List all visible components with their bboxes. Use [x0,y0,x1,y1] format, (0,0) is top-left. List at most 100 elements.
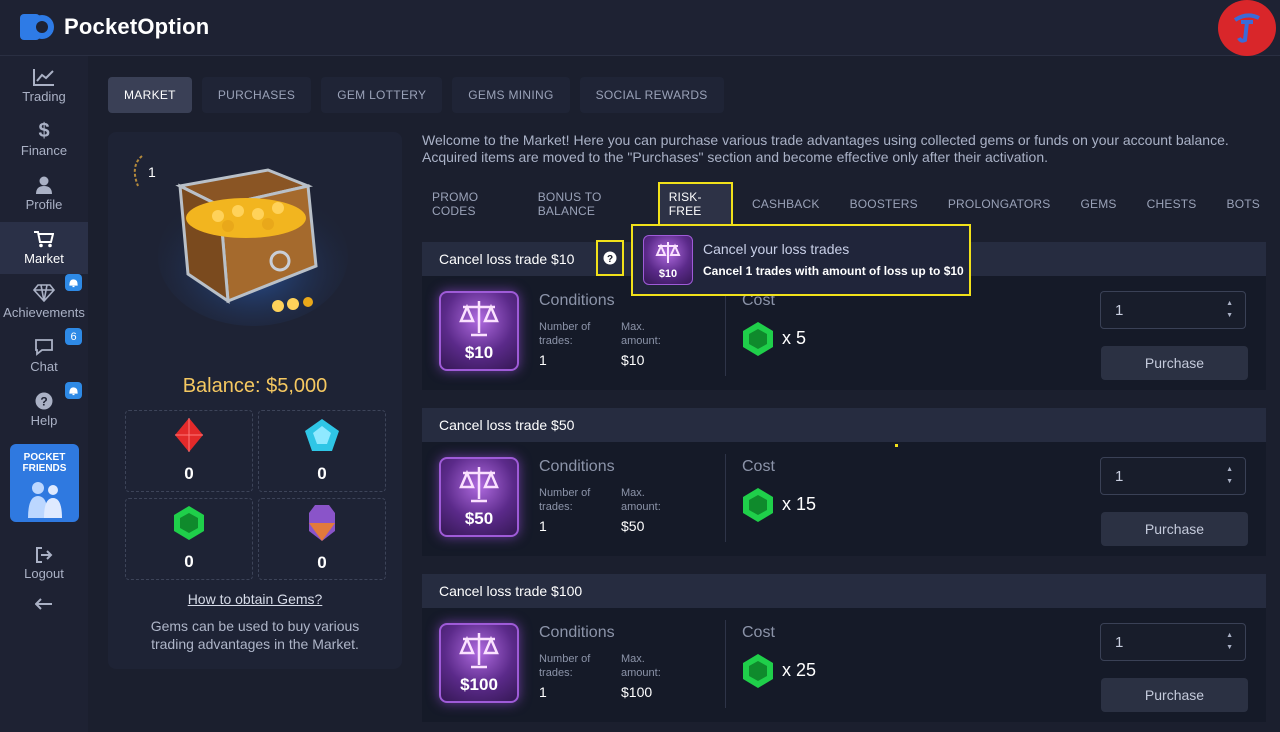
conditions-title: Conditions [539,292,615,309]
tooltip-price: $10 [658,268,678,280]
purple-gem-icon [309,505,335,541]
purchase-button[interactable]: Purchase [1101,678,1248,712]
arrow-left-icon [35,598,52,610]
tab-cashback[interactable]: CASHBACK [742,183,830,225]
stepper-arrows[interactable]: ▲ ▼ [1226,464,1233,488]
red-gem-icon [175,418,203,452]
nav-label: Finance [20,143,68,158]
notification-badge [65,382,82,399]
tab-prolongators[interactable]: PROLONGATORS [938,183,1061,225]
green-gem-icon [743,654,773,688]
pocket-friends-banner[interactable]: POCKET FRIENDS [10,444,79,522]
card-body: $50 Conditions Number of trades: 1 Max. … [422,442,1266,556]
nav-label: Market [24,251,64,266]
notification-badge [65,274,82,291]
trades-value: 1 [539,518,547,534]
friends-illustration-icon [27,482,62,518]
conditions-title: Conditions [539,624,615,641]
how-to-obtain-gems-link[interactable]: How to obtain Gems? [108,591,402,607]
chevron-down-icon[interactable]: ▼ [1226,476,1233,488]
green-gem-icon [743,488,773,522]
quantity-value: 1 [1115,633,1124,651]
tab-risk-free[interactable]: RISK-FREE [657,182,733,226]
tab-market[interactable]: MARKET [108,77,192,113]
item-price: $10 [464,343,494,362]
quantity-stepper[interactable]: 1 ▲ ▼ [1100,457,1246,495]
brand-logo[interactable]: PocketOption [20,12,209,42]
tab-social-rewards[interactable]: SOCIAL REWARDS [579,77,724,113]
tab-bonus-to-balance[interactable]: BONUS TO BALANCE [528,183,649,225]
tab-purchases[interactable]: PURCHASES [201,77,312,113]
help-icon: ? [35,392,53,410]
cost-title: Cost [742,458,775,475]
stepper-arrows[interactable]: ▲ ▼ [1226,630,1233,654]
amount-value: $100 [621,684,653,700]
gem-box-red: 0 [125,410,253,492]
divider [725,454,726,542]
help-button[interactable]: ? [596,240,624,276]
tab-promo-codes[interactable]: PROMO CODES [422,183,518,225]
trades-label: Number of trades: [539,653,591,679]
tab-boosters[interactable]: BOOSTERS [840,183,928,225]
amount-label: Max. amount: [621,653,661,679]
green-gem-icon [743,322,773,356]
quantity-stepper[interactable]: 1 ▲ ▼ [1100,623,1246,661]
card-title: Cancel loss trade $50 [422,408,1266,442]
bell-icon [69,278,78,287]
tab-gem-lottery[interactable]: GEM LOTTERY [321,77,443,113]
chat-count-badge: 6 [65,328,82,345]
item-price: $50 [464,509,494,528]
amount-label: Max. amount: [621,321,661,347]
nav-item-market[interactable]: Market [0,222,88,274]
gems-description: Gems can be used to buy various trading … [150,618,360,652]
chevron-down-icon[interactable]: ▼ [1226,310,1233,322]
trades-label: Number of trades: [539,321,591,347]
product-card: Cancel loss trade $50 $50 Conditions Num… [422,408,1266,556]
dollar-icon: $ [38,120,50,142]
item-price: $100 [460,675,498,694]
nav-label: Help [30,413,58,428]
nav-item-finance[interactable]: $ Finance [0,114,88,166]
quantity-value: 1 [1115,301,1124,319]
chevron-up-icon[interactable]: ▲ [1226,630,1233,642]
nav-label: Profile [25,197,63,212]
nav-label: Achievements [3,305,85,320]
collapse-sidebar-button[interactable] [0,578,88,630]
nav-item-profile[interactable]: Profile [0,168,88,220]
tab-gems[interactable]: GEMS [1071,183,1127,225]
promo-label: POCKET FRIENDS [22,452,67,474]
gem-box-blue: 0 [258,410,386,492]
nav-item-trading[interactable]: Trading [0,60,88,112]
logout-icon [36,547,53,563]
nav-item-chat[interactable]: Chat 6 [0,328,88,382]
tab-gems-mining[interactable]: GEMS MINING [452,77,570,113]
scales-icon: $100 [439,623,519,703]
tab-chests[interactable]: CHESTS [1137,183,1207,225]
cost-title: Cost [742,624,775,641]
scales-icon: $10 [643,235,693,285]
side-navigation: Trading $ Finance Profile Market Achieve… [0,56,88,732]
green-gem-icon [174,506,204,540]
gem-count: 0 [184,552,194,571]
divider [725,620,726,708]
chevron-down-icon[interactable]: ▼ [1226,642,1233,654]
tooltip: $10 Cancel your loss trades Cancel 1 tra… [631,224,971,296]
amount-value: $10 [621,352,645,368]
chevron-up-icon[interactable]: ▲ [1226,298,1233,310]
purchase-button[interactable]: Purchase [1101,512,1248,546]
chest-panel: 1 Balance: $5,000 0 0 0 0 How to obtain … [108,132,402,669]
tooltip-title: Cancel your loss trades [703,241,850,257]
svg-text:?: ? [40,395,47,409]
nav-label: Trading [22,89,66,104]
treasure-chest-icon [158,156,348,326]
scales-icon: $50 [439,457,519,537]
nav-item-achievements[interactable]: Achievements [0,274,88,328]
purchase-button[interactable]: Purchase [1101,346,1248,380]
tab-bots[interactable]: BOTS [1217,183,1270,225]
quantity-stepper[interactable]: 1 ▲ ▼ [1100,291,1246,329]
chevron-up-icon[interactable]: ▲ [1226,464,1233,476]
nav-item-help[interactable]: ? Help [0,382,88,436]
stepper-arrows[interactable]: ▲ ▼ [1226,298,1233,322]
tooltip-subtitle: Cancel 1 trades with amount of loss up t… [703,264,964,278]
card-title: Cancel loss trade $100 [422,574,1266,608]
